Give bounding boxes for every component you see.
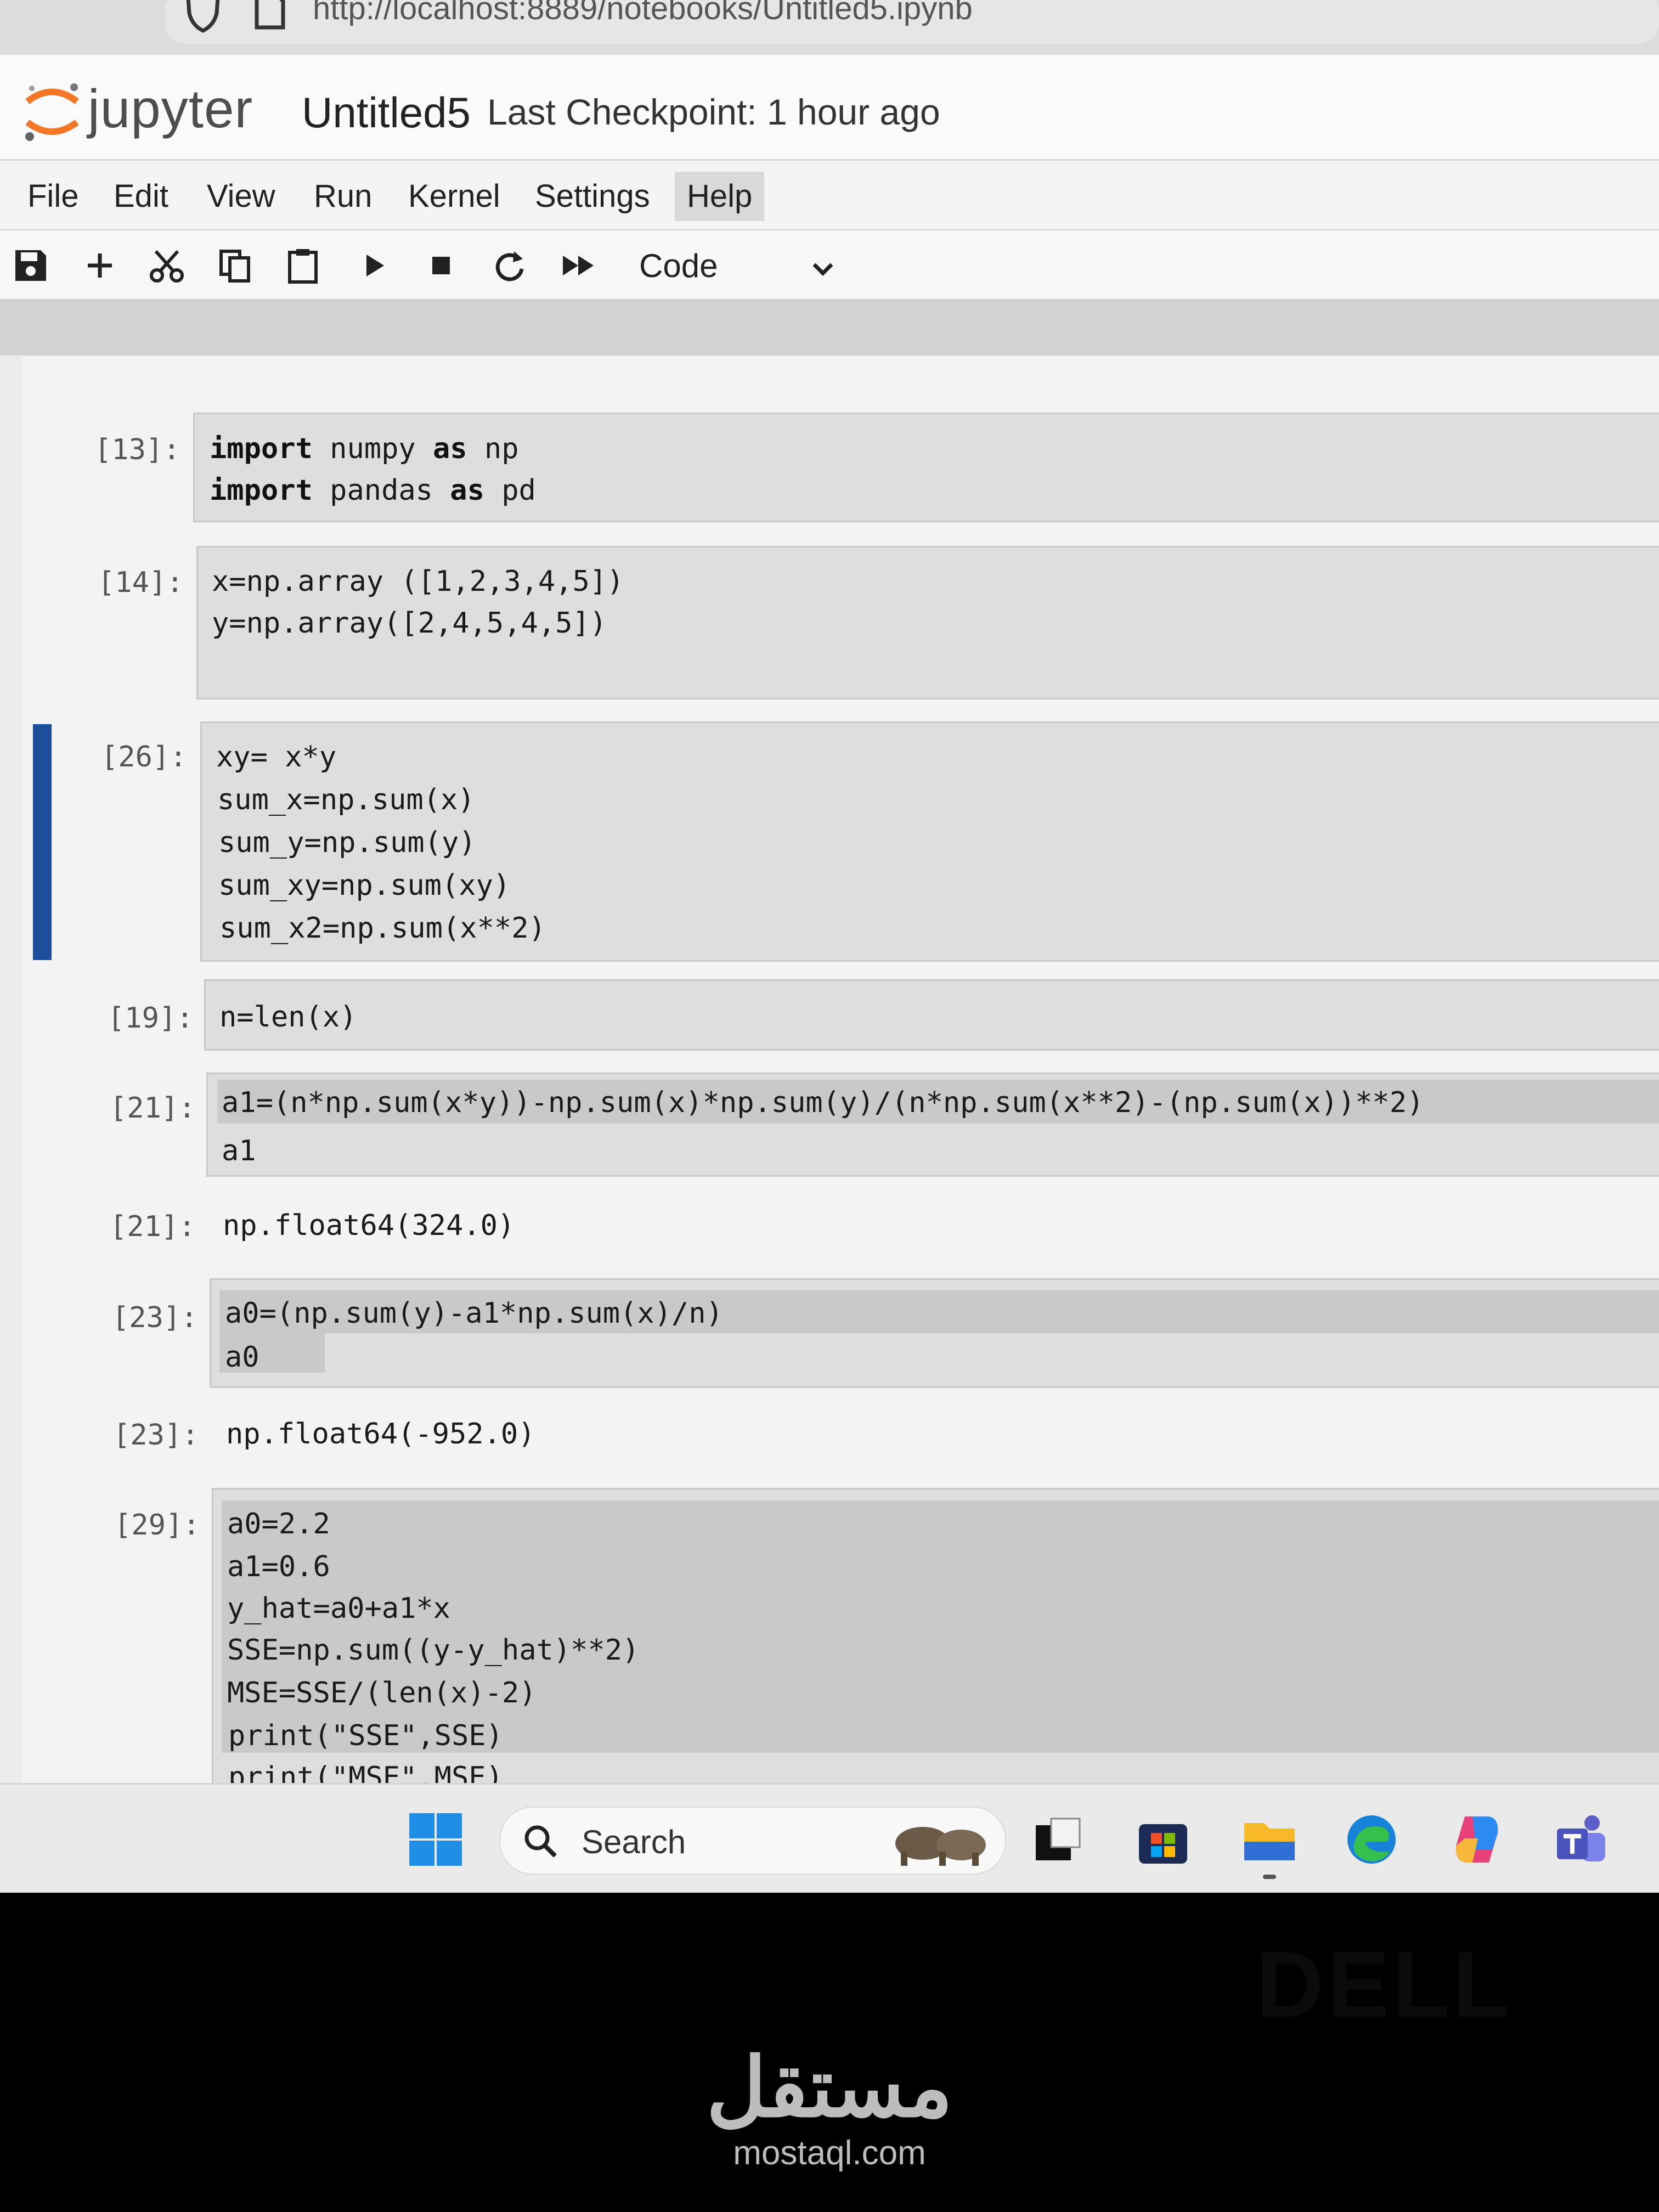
code-line: a0	[225, 1341, 259, 1374]
menu-bar: File Edit View Run Kernel Settings Help	[0, 161, 1659, 231]
teams-icon[interactable]	[1553, 1811, 1610, 1868]
code-line: y=np.array([2,4,5,4,5])	[212, 607, 607, 640]
copilot-icon[interactable]	[1448, 1811, 1505, 1868]
run-icon[interactable]	[356, 247, 393, 284]
chevron-down-icon[interactable]	[806, 252, 839, 285]
shield-icon	[186, 0, 220, 33]
windows-taskbar: Search	[0, 1783, 1659, 1893]
url-text[interactable]: http://localhost:8889/notebooks/Untitled…	[313, 0, 973, 27]
code-line: sum_xy=np.sum(xy)	[218, 869, 511, 902]
code-line: a0=2.2	[227, 1508, 330, 1541]
cell-output: np.float64(324.0)	[223, 1209, 515, 1242]
add-icon[interactable]	[81, 247, 119, 284]
stop-icon[interactable]	[422, 247, 460, 284]
jupyter-header: jupyter Untitled5 Last Checkpoint: 1 hou…	[0, 55, 1659, 161]
code-line: SSE=np.sum((y-y_hat)**2)	[227, 1634, 640, 1667]
copy-icon[interactable]	[217, 247, 254, 284]
code-line: a0=(np.sum(y)-a1*np.sum(x)/n)	[225, 1297, 723, 1330]
code-line: import pandas as pd	[210, 474, 536, 507]
code-line: n=len(x)	[219, 1001, 357, 1034]
menu-edit[interactable]: Edit	[101, 172, 180, 221]
cell-prompt: [19]:	[108, 1002, 194, 1035]
cut-icon[interactable]	[148, 247, 185, 284]
code-line: sum_x2=np.sum(x**2)	[219, 912, 546, 945]
watermark-latin: mostaql.com	[733, 2134, 926, 2172]
laptop-screen: http://localhost:8889/notebooks/Untitled…	[0, 0, 1659, 1893]
checkpoint-status: Last Checkpoint: 1 hour ago	[487, 92, 940, 132]
code-line: sum_y=np.sum(y)	[218, 826, 476, 859]
cell-prompt: [26]:	[101, 741, 187, 774]
save-icon[interactable]	[12, 247, 49, 284]
menu-help[interactable]: Help	[675, 172, 765, 221]
search-icon	[524, 1825, 557, 1858]
fast-forward-icon[interactable]	[560, 247, 597, 284]
code-line: xy= x*y	[216, 741, 337, 774]
active-cell-indicator	[33, 724, 52, 960]
restart-icon[interactable]	[491, 247, 528, 284]
search-label: Search	[582, 1824, 686, 1860]
menu-settings[interactable]: Settings	[523, 172, 662, 221]
code-line: sum_x=np.sum(x)	[217, 783, 475, 816]
code-line: a1=0.6	[227, 1550, 330, 1583]
cell-output: np.float64(-952.0)	[226, 1418, 535, 1451]
cell-prompt: [23]:	[112, 1301, 198, 1334]
dell-logo: DELL	[1256, 1933, 1513, 2037]
taskbar-search-box[interactable]: Search	[499, 1807, 1006, 1875]
output-prompt: [21]:	[110, 1210, 196, 1243]
toolbar-separator	[0, 301, 1659, 356]
notebook-toolbar: Code	[0, 230, 1659, 301]
cell-prompt: [14]:	[98, 566, 184, 599]
code-line: import numpy as np	[210, 432, 519, 465]
mostaql-watermark: مستقل mostaql.com	[0, 2041, 1659, 2172]
jupyter-logo-icon[interactable]	[22, 80, 82, 143]
windows-start-icon[interactable]	[407, 1811, 464, 1868]
edge-icon[interactable]	[1343, 1811, 1400, 1868]
code-line: MSE=SSE/(len(x)-2)	[227, 1677, 537, 1709]
cell-prompt: [13]:	[94, 433, 180, 466]
jupyter-wordmark: jupyter	[88, 78, 253, 139]
task-view-icon[interactable]	[1029, 1811, 1086, 1868]
menu-file[interactable]: File	[15, 172, 91, 221]
menu-kernel[interactable]: Kernel	[396, 172, 512, 221]
cell-prompt: [21]:	[110, 1092, 196, 1125]
selection-highlight	[222, 1500, 1659, 1753]
code-line: a1=(n*np.sum(x*y))-np.sum(x)*np.sum(y)/(…	[222, 1086, 1424, 1119]
menu-run[interactable]: Run	[302, 172, 384, 221]
paste-icon[interactable]	[284, 247, 321, 284]
notebook-title[interactable]: Untitled5	[302, 88, 471, 138]
cell-prompt: [29]:	[114, 1509, 200, 1542]
store-icon[interactable]	[1135, 1811, 1192, 1868]
code-line: x=np.array ([1,2,3,4,5])	[212, 565, 624, 598]
code-line: print("SSE",SSE)	[228, 1719, 503, 1752]
code-line: a1	[222, 1135, 256, 1167]
file-explorer-icon[interactable]	[1241, 1811, 1298, 1868]
code-line: y_hat=a0+a1*x	[227, 1592, 450, 1625]
elephants-widget-icon[interactable]	[890, 1813, 994, 1868]
code-cell-input[interactable]	[204, 979, 1659, 1051]
active-app-indicator	[1263, 1875, 1276, 1879]
page-icon	[255, 0, 285, 30]
menu-view[interactable]: View	[195, 172, 287, 221]
cell-type-select[interactable]: Code	[639, 247, 718, 285]
watermark-arabic: مستقل	[706, 2041, 953, 2134]
output-prompt: [23]:	[113, 1419, 199, 1452]
browser-address-bar[interactable]: http://localhost:8889/notebooks/Untitled…	[0, 0, 1659, 57]
